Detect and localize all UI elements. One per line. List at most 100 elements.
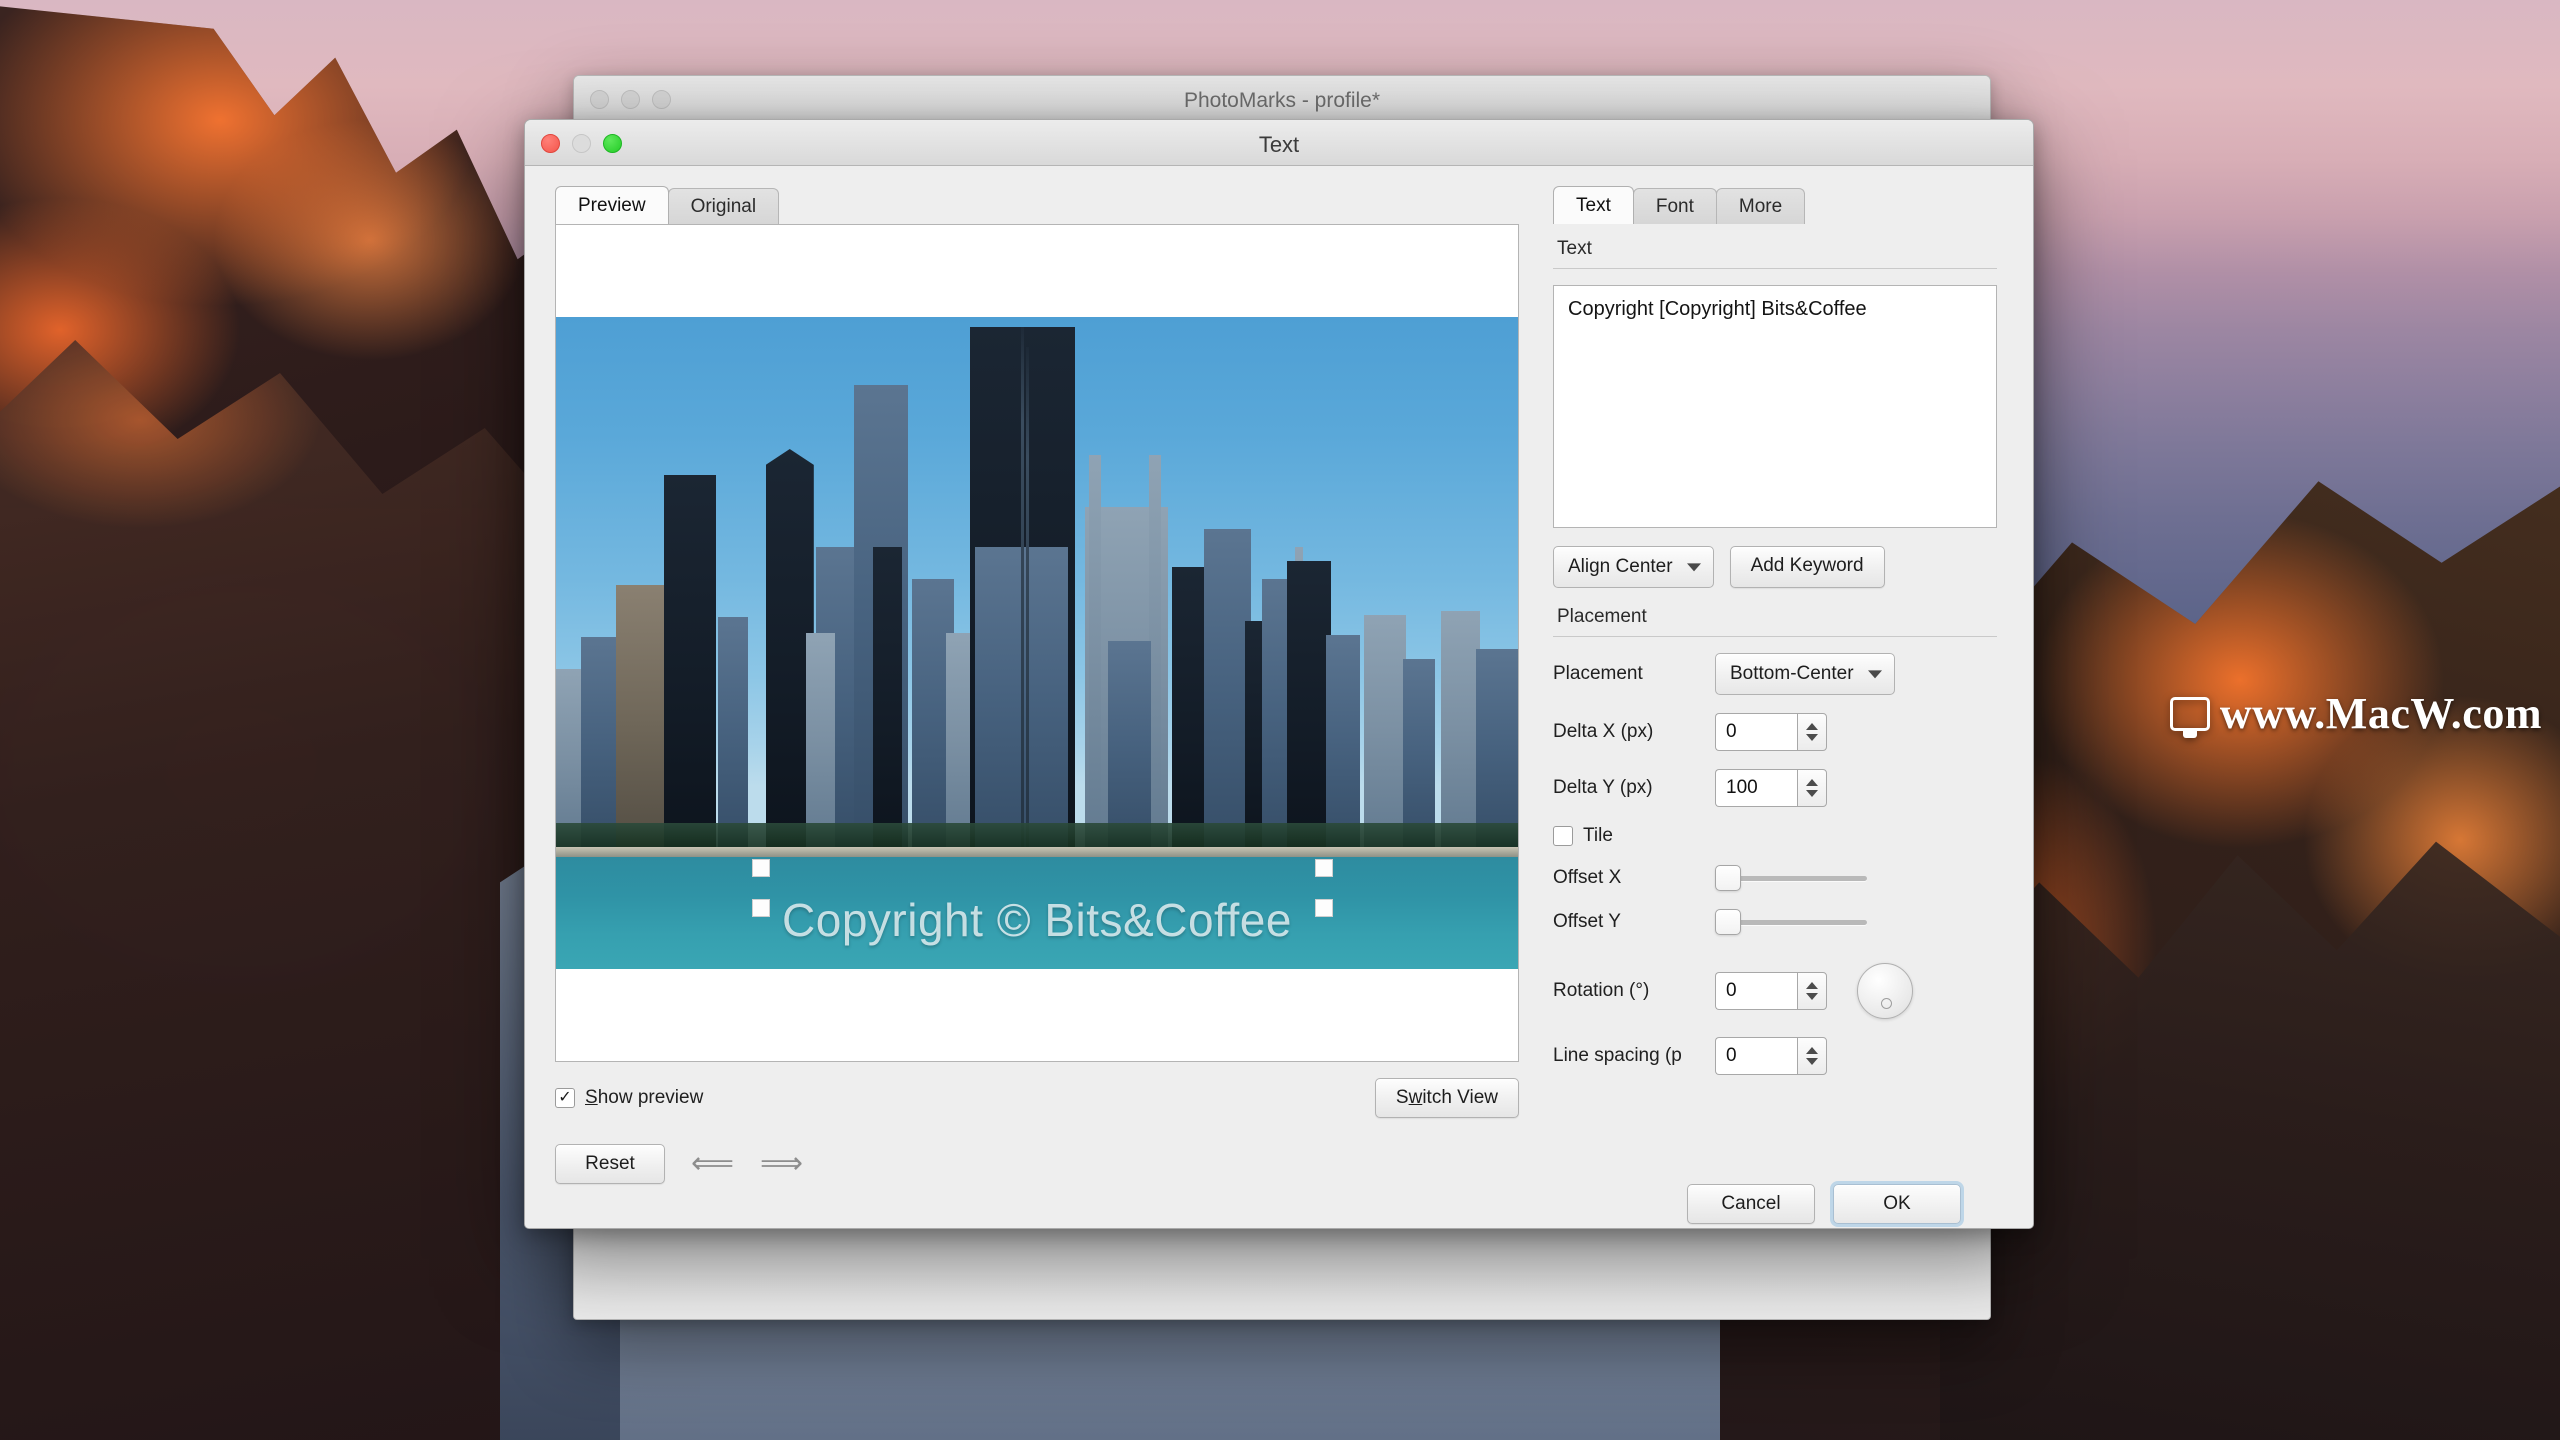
preview-controls: ✓ Show preview Switch View Reset ⟸ ⟹: [555, 1078, 1519, 1184]
redo-arrow-icon[interactable]: ⟹: [760, 1149, 803, 1179]
building: [1364, 615, 1407, 847]
placement-section-divider: [1553, 636, 1997, 637]
macw-watermark: www.MacW.com: [2169, 688, 2542, 739]
text-section-divider: [1553, 268, 1997, 269]
offset-x-slider-track[interactable]: [1737, 875, 1867, 881]
tile-label: Tile: [1583, 825, 1613, 846]
line-spacing-input[interactable]: 0: [1715, 1037, 1797, 1075]
watermark-handle-bottom-left[interactable]: [752, 899, 771, 917]
placement-select[interactable]: Bottom-Center: [1715, 653, 1895, 695]
rotation-row: Rotation (°) 0: [1553, 963, 1997, 1019]
undo-arrow-icon[interactable]: ⟸: [691, 1149, 734, 1179]
tab-more-label: More: [1738, 195, 1783, 217]
switch-view-button[interactable]: Switch View: [1374, 1078, 1519, 1118]
offset-y-slider-thumb[interactable]: [1715, 909, 1741, 935]
rotation-knob-dial[interactable]: [1857, 963, 1913, 1019]
settings-tabs: Text Font More: [1553, 184, 1997, 224]
tab-preview-label: Preview: [578, 194, 646, 216]
tab-original[interactable]: Original: [667, 188, 780, 224]
offset-x-row: Offset X: [1553, 865, 1997, 891]
shoreline: [556, 847, 1518, 857]
rotation-input[interactable]: 0: [1715, 972, 1797, 1010]
tab-text-label: Text: [1576, 194, 1611, 216]
offset-y-slider-track[interactable]: [1737, 919, 1867, 925]
stepper-up-icon[interactable]: [1806, 779, 1818, 786]
tile-checkbox[interactable]: ✓ Tile: [1553, 825, 1613, 847]
tile-row: ✓ Tile: [1553, 825, 1997, 847]
background-window-title: PhotoMarks - profile*: [1183, 89, 1381, 112]
shoreline-trees: [556, 823, 1518, 847]
stepper-down-icon[interactable]: [1806, 790, 1818, 797]
reset-button[interactable]: Reset: [555, 1144, 665, 1184]
stepper-down-icon[interactable]: [1806, 993, 1818, 1000]
watermark-handle-top-right[interactable]: [1315, 859, 1334, 877]
placement-label: Placement: [1553, 663, 1643, 684]
stepper-up-icon[interactable]: [1806, 1047, 1818, 1054]
building: [1402, 659, 1436, 847]
building: [1204, 529, 1251, 847]
preview-canvas[interactable]: Copyright © Bits&Coffee: [555, 224, 1519, 1062]
delta-x-row: Delta X (px) 0: [1553, 713, 1997, 751]
preview-tabs: Preview Original: [555, 184, 1519, 224]
rotation-stepper[interactable]: 0: [1715, 972, 1827, 1010]
preview-pane: Preview Original Copyright © Bits&Coffee…: [525, 166, 1537, 1228]
watermark-preview-text[interactable]: Copyright © Bits&Coffee: [556, 893, 1518, 947]
building: [615, 585, 664, 847]
delta-x-label: Delta X (px): [1553, 721, 1654, 742]
dialog-titlebar[interactable]: Text: [525, 120, 2033, 166]
building: [717, 617, 749, 847]
delta-x-input[interactable]: 0: [1715, 713, 1797, 751]
stepper-down-icon[interactable]: [1806, 734, 1818, 741]
tab-font-label: Font: [1655, 195, 1694, 217]
offset-x-label: Offset X: [1553, 867, 1622, 888]
watermark-text-input[interactable]: Copyright [Copyright] Bits&Coffee: [1553, 285, 1997, 528]
watermark-handle-top-left[interactable]: [752, 859, 771, 877]
dialog-title: Text: [1258, 132, 1300, 157]
delta-y-input[interactable]: 100: [1715, 769, 1797, 807]
building: [873, 547, 903, 847]
tab-text[interactable]: Text: [1553, 186, 1634, 224]
delta-x-stepper-arrows[interactable]: [1797, 713, 1827, 751]
text-align-select[interactable]: Align Center: [1553, 546, 1714, 588]
show-preview-checkbox[interactable]: ✓ Show preview: [555, 1087, 703, 1109]
dialog-content: Preview Original Copyright © Bits&Coffee…: [525, 166, 2033, 1228]
tab-font[interactable]: Font: [1632, 188, 1717, 224]
text-align-value: Align Center: [1568, 556, 1673, 577]
offset-y-label: Offset Y: [1553, 911, 1621, 932]
delta-x-stepper[interactable]: 0: [1715, 713, 1827, 751]
watermark-handle-bottom-right[interactable]: [1315, 899, 1334, 917]
line-spacing-label: Line spacing (p: [1553, 1045, 1682, 1066]
offset-y-slider[interactable]: [1715, 909, 1867, 935]
tab-more[interactable]: More: [1715, 188, 1806, 224]
stepper-down-icon[interactable]: [1806, 1058, 1818, 1065]
delta-y-stepper[interactable]: 100: [1715, 769, 1827, 807]
rotation-stepper-arrows[interactable]: [1797, 972, 1827, 1010]
building-turret: [1088, 455, 1102, 847]
offset-x-slider-thumb[interactable]: [1715, 865, 1741, 891]
text-section-heading: Text: [1557, 238, 1592, 259]
delta-y-label: Delta Y (px): [1553, 777, 1653, 798]
building: [1108, 641, 1152, 847]
stepper-up-icon[interactable]: [1806, 982, 1818, 989]
offset-x-slider[interactable]: [1715, 865, 1867, 891]
text-dialog-window[interactable]: Text Preview Original Copyright © Bits&C…: [524, 119, 2034, 1229]
building: [663, 475, 716, 847]
tab-preview[interactable]: Preview: [555, 186, 669, 224]
delta-y-stepper-arrows[interactable]: [1797, 769, 1827, 807]
ok-button[interactable]: OK: [1833, 1184, 1961, 1224]
macw-watermark-text: www.MacW.com: [2219, 689, 2542, 738]
line-spacing-row: Line spacing (p 0: [1553, 1037, 1997, 1075]
placement-section-heading: Placement: [1557, 606, 1647, 627]
monitor-icon: [2169, 696, 2210, 738]
background-window-titlebar[interactable]: PhotoMarks - profile*: [574, 76, 1990, 122]
line-spacing-stepper-arrows[interactable]: [1797, 1037, 1827, 1075]
building: [1475, 649, 1518, 847]
add-keyword-button[interactable]: Add Keyword: [1729, 546, 1885, 588]
show-preview-label: Show preview: [585, 1087, 704, 1108]
line-spacing-stepper[interactable]: 0: [1715, 1037, 1827, 1075]
preview-photo[interactable]: Copyright © Bits&Coffee: [556, 317, 1518, 969]
cancel-button[interactable]: Cancel: [1687, 1184, 1815, 1224]
stepper-up-icon[interactable]: [1806, 723, 1818, 730]
tile-checkmark-icon[interactable]: ✓: [1553, 826, 1573, 846]
show-preview-checkmark-icon[interactable]: ✓: [555, 1088, 575, 1108]
